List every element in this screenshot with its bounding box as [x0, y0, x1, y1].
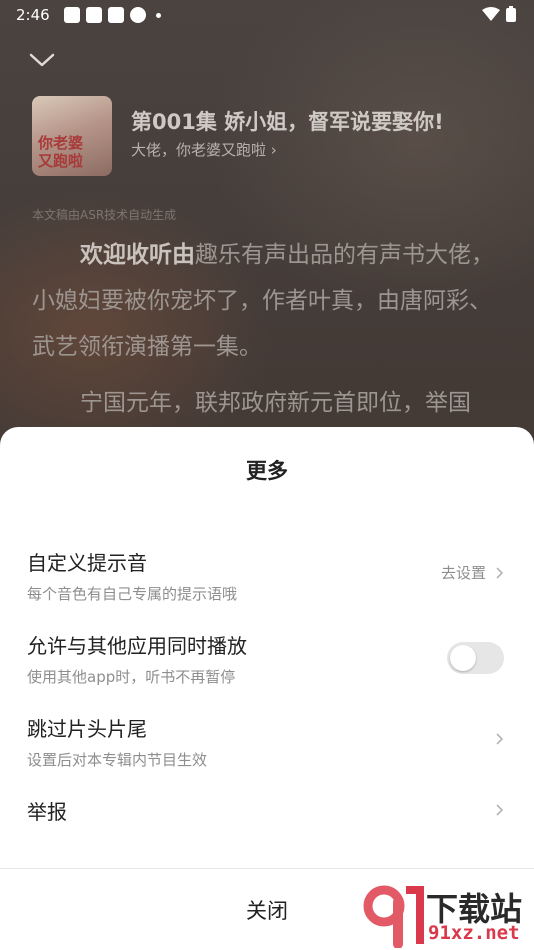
chevron-right-icon	[496, 804, 504, 816]
row-label: 允许与其他应用同时播放	[27, 634, 247, 658]
sheet-title: 更多	[246, 459, 288, 483]
wifi-icon	[482, 7, 500, 21]
chevron-right-icon	[496, 733, 504, 745]
more-options-sheet: 更多 自定义提示音 每个音色有自己专属的提示语哦 去设置 允许与其他应用同时播放…	[0, 427, 534, 950]
transcript: 欢迎收听由趣乐有声出品的有声书大佬，小媳妇要被你宠坏了，作者叶真，由唐阿彩、武艺…	[32, 242, 494, 416]
watermark-url: 91xz.net	[428, 922, 520, 944]
album-cover[interactable]: 你老婆 又跑啦	[32, 96, 112, 176]
row-label: 自定义提示音	[27, 551, 147, 575]
asr-note: 本文稿由ASR技术自动生成	[32, 208, 177, 222]
row-label: 跳过片头片尾	[27, 717, 147, 741]
notification-icon	[85, 7, 102, 23]
go-settings-link[interactable]: 去设置	[441, 562, 504, 583]
site-watermark: 下载站 91xz.net	[360, 882, 532, 948]
custom-prompt-sound-row[interactable]: 自定义提示音 每个音色有自己专属的提示语哦 去设置	[0, 542, 534, 612]
transcript-highlight: 欢迎收听由	[80, 242, 195, 268]
battery-icon	[506, 6, 516, 22]
toggle-knob	[450, 645, 476, 671]
notification-icon	[107, 7, 124, 23]
watermark-logo-icon	[363, 885, 424, 948]
cover-title: 你老婆 又跑啦	[38, 134, 84, 170]
row-description: 设置后对本专辑内节目生效	[27, 751, 208, 769]
chevron-right-icon	[496, 566, 504, 579]
chevron-right-icon: ›	[270, 141, 277, 159]
status-time: 2:46	[16, 6, 50, 24]
notification-icon	[63, 7, 80, 23]
allow-simultaneous-playback-row: 允许与其他应用同时播放 使用其他app时，听书不再暂停	[0, 625, 534, 695]
row-label: 举报	[27, 800, 67, 824]
row-description: 每个音色有自己专属的提示语哦	[27, 585, 238, 603]
episode-title: 第001集 娇小姐，督军说要娶你!	[131, 110, 444, 134]
row-description: 使用其他app时，听书不再暂停	[27, 668, 236, 686]
aperture-icon	[129, 7, 146, 23]
report-row[interactable]: 举报	[0, 791, 534, 831]
more-notifications-dot-icon	[155, 12, 161, 18]
status-bar: 2:46	[0, 0, 534, 30]
collapse-chevron-icon[interactable]	[28, 50, 56, 70]
skip-intro-outro-row[interactable]: 跳过片头片尾 设置后对本专辑内节目生效	[0, 708, 534, 778]
simultaneous-playback-toggle[interactable]	[447, 642, 504, 674]
album-link[interactable]: 大佬，你老婆又跑啦 ›	[131, 139, 277, 160]
